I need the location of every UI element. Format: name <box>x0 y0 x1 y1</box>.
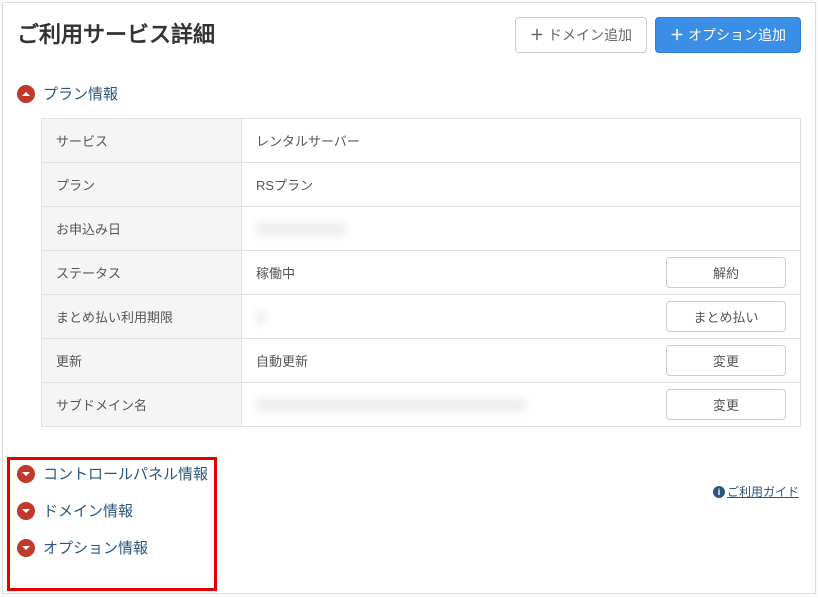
page-title: ご利用サービス詳細 <box>17 17 215 49</box>
row-value-cell: レンタルサーバー <box>242 119 800 162</box>
row-value-cell: まとめ払い <box>242 295 800 338</box>
chevron-down-icon <box>17 539 35 557</box>
row-value-cell: 変更 <box>242 383 800 426</box>
table-row: ステータス 稼働中 解約 <box>42 251 800 295</box>
change-subdomain-button[interactable]: 変更 <box>666 389 786 420</box>
section-toggle-option[interactable]: オプション情報 <box>17 529 801 566</box>
row-label: サブドメイン名 <box>42 383 242 426</box>
row-value: レンタルサーバー <box>256 131 360 150</box>
section-toggle-plan[interactable]: プラン情報 <box>17 75 801 112</box>
row-value: RSプラン <box>256 175 313 194</box>
row-label: ステータス <box>42 251 242 294</box>
section-toggle-control-panel[interactable]: コントロールパネル情報 <box>17 455 801 492</box>
plus-icon: ＋ <box>530 25 544 45</box>
add-domain-label: ドメイン追加 <box>548 25 632 45</box>
redacted-value <box>256 222 346 236</box>
collapsed-sections: コントロールパネル情報 ドメイン情報 オプション情報 <box>17 455 801 566</box>
chevron-up-icon <box>17 85 35 103</box>
table-row: プラン RSプラン <box>42 163 800 207</box>
header-row: ご利用サービス詳細 ＋ ドメイン追加 ＋ オプション追加 <box>17 17 801 53</box>
redacted-value <box>256 310 266 324</box>
row-value: 自動更新 <box>256 351 308 370</box>
help-guide-label: ご利用ガイド <box>727 483 799 500</box>
row-label: サービス <box>42 119 242 162</box>
add-option-button[interactable]: ＋ オプション追加 <box>655 17 801 53</box>
bulk-payment-button[interactable]: まとめ払い <box>666 301 786 332</box>
row-label: お申込み日 <box>42 207 242 250</box>
chevron-down-icon <box>17 465 35 483</box>
row-value-cell <box>242 207 800 250</box>
change-renewal-button[interactable]: 変更 <box>666 345 786 376</box>
table-row: サービス レンタルサーバー <box>42 119 800 163</box>
row-value-cell: 稼働中 解約 <box>242 251 800 294</box>
table-row: 更新 自動更新 変更 <box>42 339 800 383</box>
section-title-domain: ドメイン情報 <box>43 500 133 521</box>
section-title-option: オプション情報 <box>43 537 148 558</box>
add-option-label: オプション追加 <box>688 25 786 45</box>
row-value-cell: 自動更新 変更 <box>242 339 800 382</box>
table-row: お申込み日 <box>42 207 800 251</box>
page-container: ご利用サービス詳細 ＋ ドメイン追加 ＋ オプション追加 プラン情報 サービス … <box>2 2 816 594</box>
section-toggle-domain[interactable]: ドメイン情報 <box>17 492 801 529</box>
info-icon: i <box>713 486 725 498</box>
section-title-plan: プラン情報 <box>43 83 118 104</box>
redacted-value <box>256 398 526 412</box>
table-row: まとめ払い利用期限 まとめ払い <box>42 295 800 339</box>
row-label: まとめ払い利用期限 <box>42 295 242 338</box>
add-domain-button[interactable]: ＋ ドメイン追加 <box>515 17 647 53</box>
section-title-control-panel: コントロールパネル情報 <box>43 463 208 484</box>
header-buttons: ＋ ドメイン追加 ＋ オプション追加 <box>515 17 801 53</box>
help-guide-link[interactable]: i ご利用ガイド <box>713 483 799 500</box>
chevron-down-icon <box>17 502 35 520</box>
cancel-contract-button[interactable]: 解約 <box>666 257 786 288</box>
table-row: サブドメイン名 変更 <box>42 383 800 427</box>
plus-icon: ＋ <box>670 25 684 45</box>
row-label: 更新 <box>42 339 242 382</box>
row-value-cell: RSプラン <box>242 163 800 206</box>
row-value: 稼働中 <box>256 263 295 282</box>
plan-info-table: サービス レンタルサーバー プラン RSプラン お申込み日 ステータス 稼働中 … <box>41 118 801 427</box>
row-label: プラン <box>42 163 242 206</box>
